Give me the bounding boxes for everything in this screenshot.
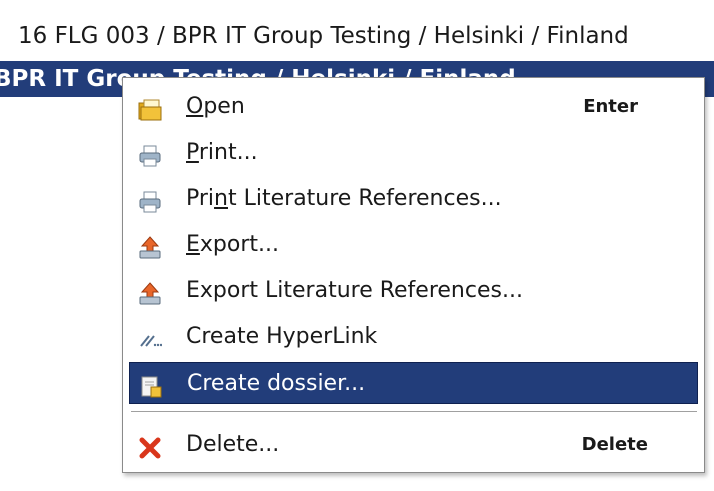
hyperlink-icon [138,325,163,349]
menu-item-export-literature-references[interactable]: Export Literature References... [129,270,698,312]
menu-item-print-literature-references[interactable]: Print Literature References... [129,178,698,220]
export-icon [138,279,162,305]
path-row[interactable]: 16 FLG 003 / BPR IT Group Testing / Hels… [0,18,714,54]
menu-item-shortcut: Delete [581,434,648,455]
folder-icon [138,95,162,121]
menu-item-label: Print Literature References... [186,186,502,211]
delete-x-icon [138,433,162,459]
menu-item-label: Export Literature References... [186,278,523,303]
menu-item-open[interactable]: Open Enter [129,86,698,128]
printer-icon [138,141,162,167]
export-icon [138,233,162,259]
menu-item-delete[interactable]: Delete... Delete [129,424,698,466]
menu-item-label: Print... [186,140,258,165]
menu-item-shortcut: Enter [583,96,638,117]
menu-item-label: Create dossier... [187,371,366,396]
path-row-text: 16 FLG 003 / BPR IT Group Testing / Hels… [18,23,629,49]
menu-item-create-dossier[interactable]: Create dossier... [129,362,698,404]
context-menu: Open Enter Print... Print Literature Ref… [122,77,705,473]
printer-icon [138,187,162,213]
menu-item-label: Export... [186,232,280,257]
menu-item-export[interactable]: Export... [129,224,698,266]
menu-item-label: Create HyperLink [186,324,378,349]
menu-item-label: Open [186,94,245,119]
menu-separator [131,411,697,413]
dossier-icon [139,372,163,398]
menu-item-print[interactable]: Print... [129,132,698,174]
menu-item-create-hyperlink[interactable]: Create HyperLink [129,316,698,358]
menu-item-label: Delete... [186,432,280,457]
